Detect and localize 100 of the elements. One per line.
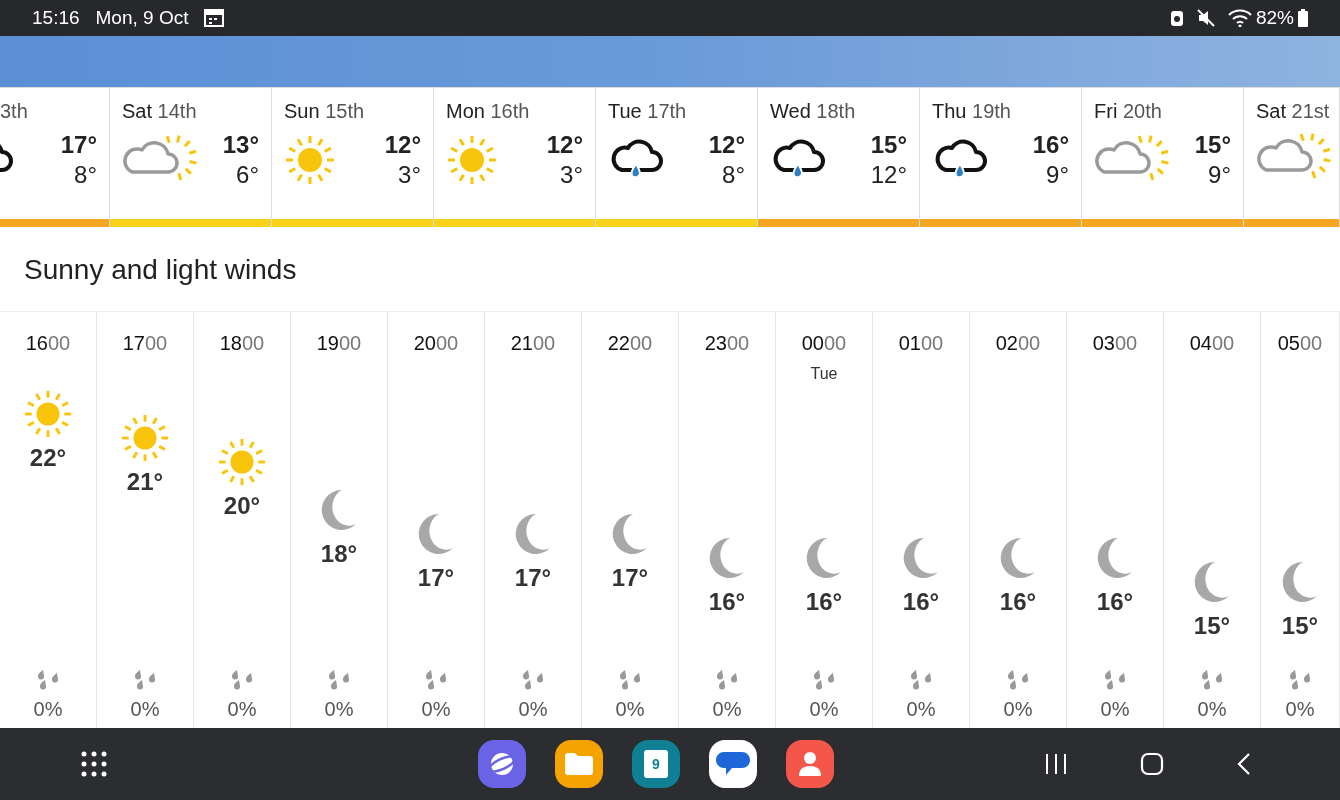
high-temperature: 12°	[384, 130, 421, 160]
mute-icon	[1195, 9, 1216, 27]
status-time: 15:16	[32, 5, 80, 30]
high-temperature: 16°	[1032, 130, 1069, 160]
day-forecast-card[interactable]: Mon 16th 12° 3°	[434, 88, 596, 228]
sun-icon	[23, 389, 73, 439]
day-forecast-card[interactable]: Sat 14th 13° 6°	[110, 88, 272, 228]
raindrops-icon	[423, 668, 449, 690]
sun-icon	[446, 134, 498, 186]
raindrops-icon	[714, 668, 740, 690]
hour-label: 1700	[122, 331, 168, 356]
hour-temperature: 15°	[1193, 611, 1231, 641]
low-temperature: 6°	[236, 160, 259, 190]
raindrops-icon	[520, 668, 546, 690]
day-change-label: Tue	[810, 364, 838, 384]
day-label: Thu 19th	[932, 99, 1012, 124]
battery-icon	[1298, 9, 1308, 27]
raindrops-icon	[326, 668, 352, 690]
hour-temperature: 21°	[126, 467, 164, 497]
rain-chance: 0%	[324, 697, 354, 722]
day-forecast-card[interactable]: 3th 17° 8°	[0, 88, 110, 228]
day-forecast-card[interactable]: Thu 19th 16° 9°	[920, 88, 1082, 228]
sun-icon	[217, 437, 267, 487]
calendar-icon	[204, 9, 225, 27]
low-temperature: 3°	[398, 160, 421, 190]
raindrops-icon	[229, 668, 255, 690]
raindrops-icon	[908, 668, 934, 690]
high-temperature: 15°	[1194, 130, 1231, 160]
day-label: Wed 18th	[770, 99, 857, 124]
status-date: Mon, 9 Oct	[95, 5, 189, 30]
low-temperature: 8°	[74, 160, 97, 190]
high-temperature: 17°	[60, 130, 97, 160]
rain-chance: 0%	[1197, 697, 1227, 722]
hour-temperature: 18°	[320, 539, 358, 569]
hour-temperature: 17°	[417, 563, 455, 593]
hour-temperature: 16°	[708, 587, 746, 617]
hour-label: 0100	[898, 331, 944, 356]
hour-label: 0200	[995, 331, 1041, 356]
low-temperature: 12°	[870, 160, 907, 190]
wifi-icon	[1227, 9, 1252, 27]
hour-label: 1800	[219, 331, 265, 356]
hour-label: 0300	[1092, 331, 1138, 356]
hour-temperature: 16°	[902, 587, 940, 617]
sun-icon	[120, 413, 170, 463]
raindrops-icon	[811, 668, 837, 690]
hour-temperature: 17°	[611, 563, 649, 593]
rain-chance: 0%	[518, 697, 548, 722]
chat-app-icon[interactable]	[709, 740, 757, 788]
high-temperature: 12°	[546, 130, 583, 160]
sun-icon	[284, 134, 336, 186]
hour-label: 2100	[510, 331, 556, 356]
low-temperature: 8°	[722, 160, 745, 190]
day-label: Tue 17th	[608, 99, 688, 124]
hour-label: 0400	[1189, 331, 1235, 356]
rain-chance: 0%	[33, 697, 63, 722]
browser-app-icon[interactable]	[478, 740, 526, 788]
day-forecast-card[interactable]: Sun 15th 12° 3°	[272, 88, 434, 228]
rain-chance: 0%	[421, 697, 451, 722]
low-temperature: 9°	[1046, 160, 1069, 190]
back-icon[interactable]	[1236, 752, 1252, 776]
app-grid-icon[interactable]	[80, 750, 108, 778]
day-forecast-card[interactable]: Wed 18th 15° 12°	[758, 88, 920, 228]
day-forecast-card[interactable]: Fri 20th 15° 9°	[1082, 88, 1244, 228]
hour-label: 0000	[801, 331, 847, 356]
hour-label: 1600	[25, 331, 71, 356]
rain-chance: 0%	[130, 697, 160, 722]
day-label: Mon 16th	[446, 99, 531, 124]
raindrops-icon	[35, 668, 61, 690]
hour-temperature: 22°	[29, 443, 67, 473]
rain-chance: 0%	[615, 697, 645, 722]
hour-label: 2000	[413, 331, 459, 356]
hour-temperature: 20°	[223, 491, 261, 521]
high-temperature: 12°	[708, 130, 745, 160]
rain-chance: 0%	[227, 697, 257, 722]
folder-app-icon[interactable]	[555, 740, 603, 788]
hour-temperature: 15°	[1281, 611, 1319, 641]
high-temperature: 15°	[870, 130, 907, 160]
day-forecast-card[interactable]: Tue 17th 12° 8°	[596, 88, 758, 228]
hour-temperature: 16°	[999, 587, 1037, 617]
recent-apps-icon[interactable]	[1044, 753, 1068, 775]
day-label: 3th	[0, 99, 29, 124]
low-temperature: 9°	[1208, 160, 1231, 190]
rain-chance: 0%	[1003, 697, 1033, 722]
home-icon[interactable]	[1140, 752, 1164, 776]
raindrops-icon	[1005, 668, 1031, 690]
calendar-app-icon[interactable]: 9	[632, 740, 680, 788]
rain-chance: 0%	[809, 697, 839, 722]
day-label: Sat 14th	[122, 99, 198, 124]
day-forecast-card[interactable]: Sat 21st	[1244, 88, 1340, 228]
contacts-app-icon[interactable]	[786, 740, 834, 788]
hour-temperature: 16°	[805, 587, 843, 617]
forecast-summary: Sunny and light winds	[24, 252, 297, 287]
raindrops-icon	[132, 668, 158, 690]
hour-label: 2200	[607, 331, 653, 356]
raindrops-icon	[1287, 668, 1313, 690]
hour-label: 1900	[316, 331, 362, 356]
rain-chance: 0%	[1100, 697, 1130, 722]
hour-label: 2300	[704, 331, 750, 356]
high-temperature: 13°	[222, 130, 259, 160]
clipboard-icon	[1169, 9, 1184, 27]
